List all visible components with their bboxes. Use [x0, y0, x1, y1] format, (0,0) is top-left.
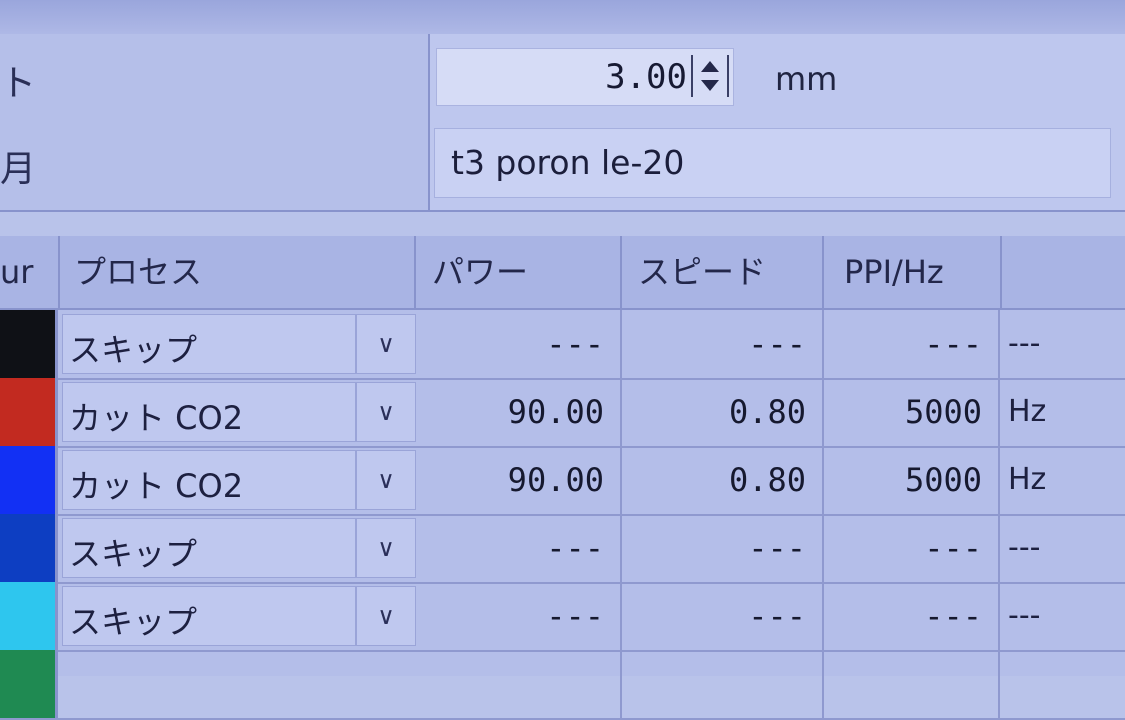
process-select[interactable]: カット CO2 ∨	[62, 382, 416, 442]
thickness-label: ト	[0, 63, 37, 104]
table-header: ur プロセス パワー スピード PPI/Hz	[0, 236, 1125, 310]
header-power: パワー	[416, 236, 622, 308]
process-label: スキップ	[69, 535, 198, 573]
chevron-down-icon[interactable]: ∨	[355, 315, 415, 373]
unit-cell: ---	[1008, 326, 1041, 361]
power-cell[interactable]: ---	[416, 514, 622, 582]
table-row[interactable]: カット CO2 ∨ 90.00 0.80 5000 Hz	[0, 446, 1125, 516]
table-row[interactable]: カット CO2 ∨ 90.00 0.80 5000 Hz	[0, 378, 1125, 448]
chevron-down-icon[interactable]: ∨	[355, 451, 415, 509]
table-row[interactable]: スキップ ∨ --- --- --- ---	[0, 582, 1125, 652]
ppi-cell[interactable]: 5000	[824, 446, 1000, 514]
power-cell[interactable]: ---	[416, 582, 622, 650]
unit-cell	[1000, 650, 1125, 718]
header-process: プロセス	[60, 236, 416, 308]
table-row[interactable]: スキップ ∨ --- --- --- ---	[0, 310, 1125, 380]
ppi-cell[interactable]: ---	[824, 582, 1000, 650]
unit-cell: ---	[1008, 598, 1041, 633]
spinner-arrows-icon[interactable]	[691, 55, 729, 97]
table-row[interactable]	[0, 650, 1125, 720]
power-cell[interactable]: ---	[416, 310, 622, 378]
material-field[interactable]: t3 poron le-20	[434, 128, 1111, 198]
thickness-value[interactable]: 3.00	[605, 57, 687, 97]
chevron-down-icon[interactable]: ∨	[355, 383, 415, 441]
ppi-cell[interactable]: 5000	[824, 378, 1000, 446]
speed-cell[interactable]	[622, 650, 824, 718]
material-value-cell: t3 poron le-20	[430, 118, 1125, 210]
power-cell[interactable]	[416, 650, 622, 718]
thickness-value-cell: 3.00 mm	[430, 34, 1125, 118]
unit-cell: Hz	[1008, 462, 1047, 497]
thickness-spinbox[interactable]: 3.00	[436, 48, 734, 106]
ppi-cell[interactable]: ---	[824, 310, 1000, 378]
unit-cell: ---	[1008, 530, 1041, 565]
process-label: カット CO2	[69, 399, 244, 437]
unit-cell: Hz	[1008, 394, 1047, 429]
ppi-cell[interactable]	[824, 650, 1000, 718]
header-ppi: PPI/Hz	[824, 236, 1002, 308]
colour-swatch[interactable]	[0, 582, 58, 650]
process-select[interactable]: カット CO2 ∨	[62, 450, 416, 510]
colour-swatch[interactable]	[0, 446, 58, 514]
ppi-cell[interactable]: ---	[824, 514, 1000, 582]
power-cell[interactable]: 90.00	[416, 446, 622, 514]
thickness-row: ト 3.00 mm	[0, 34, 1125, 120]
process-label: スキップ	[69, 331, 198, 369]
thickness-unit: mm	[775, 60, 838, 98]
process-label: カット CO2	[69, 467, 244, 505]
chevron-down-icon[interactable]: ∨	[355, 587, 415, 645]
material-value[interactable]: t3 poron le-20	[451, 143, 684, 182]
speed-cell[interactable]: ---	[622, 582, 824, 650]
process-select[interactable]: スキップ ∨	[62, 518, 416, 578]
chevron-down-icon[interactable]: ∨	[355, 519, 415, 577]
speed-cell[interactable]: ---	[622, 310, 824, 378]
colour-swatch[interactable]	[0, 650, 58, 718]
process-select[interactable]: スキップ ∨	[62, 586, 416, 646]
spin-down-icon[interactable]	[701, 80, 719, 91]
speed-cell[interactable]: ---	[622, 514, 824, 582]
speed-cell[interactable]: 0.80	[622, 378, 824, 446]
material-row: 月 t3 poron le-20	[0, 118, 1125, 212]
window-top-strip	[0, 0, 1125, 35]
material-label-cell: 月	[0, 118, 430, 210]
power-cell[interactable]: 90.00	[416, 378, 622, 446]
colour-swatch[interactable]	[0, 378, 58, 446]
header-unit	[1002, 236, 1125, 308]
thickness-label-cell: ト	[0, 34, 430, 118]
table-row[interactable]: スキップ ∨ --- --- --- ---	[0, 514, 1125, 584]
colour-swatch[interactable]	[0, 514, 58, 582]
colour-swatch[interactable]	[0, 310, 58, 378]
header-speed: スピード	[622, 236, 824, 308]
header-colour: ur	[0, 236, 60, 308]
process-select[interactable]: スキップ ∨	[62, 314, 416, 374]
process-table: ur プロセス パワー スピード PPI/Hz スキップ ∨ --- --- --- --…	[0, 236, 1125, 720]
speed-cell[interactable]: 0.80	[622, 446, 824, 514]
process-label: スキップ	[69, 603, 198, 641]
spin-up-icon[interactable]	[701, 61, 719, 72]
material-label: 月	[0, 149, 37, 190]
